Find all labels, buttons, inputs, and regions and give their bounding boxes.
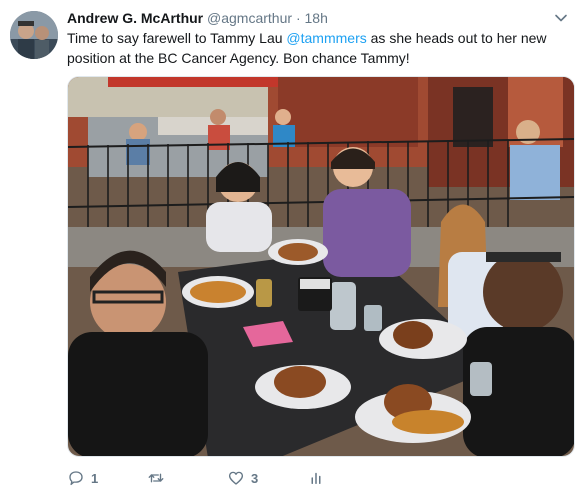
retweet-button[interactable]: [147, 466, 171, 490]
analytics-icon: [311, 472, 321, 484]
author-avatar[interactable]: [10, 11, 58, 59]
tweet-card: Andrew G. McArthur @agmcarthur · 18h Tim…: [0, 0, 580, 495]
reply-button[interactable]: 1: [67, 466, 98, 490]
header-separator: ·: [295, 10, 301, 26]
author-handle[interactable]: @agmcarthur: [207, 10, 292, 26]
tweet-actions: 1 3: [67, 466, 387, 490]
retweet-icon: [148, 473, 164, 483]
tweet-timestamp[interactable]: 18h: [305, 10, 328, 26]
author-name[interactable]: Andrew G. McArthur: [67, 10, 203, 26]
mention-link[interactable]: @tammmers: [286, 30, 366, 46]
tweet-header: Andrew G. McArthur @agmcarthur · 18h: [67, 9, 328, 27]
tweet-text: Time to say farewell to Tammy Lau @tammm…: [67, 28, 567, 68]
reply-icon: [69, 471, 83, 486]
tweet-photo[interactable]: [67, 76, 575, 457]
like-count: 3: [251, 470, 259, 486]
analytics-button[interactable]: [307, 466, 325, 490]
chevron-down-icon[interactable]: [554, 11, 568, 25]
restaurant-patio-group-photo: [68, 77, 574, 456]
like-button[interactable]: 3: [227, 466, 258, 490]
reply-count: 1: [91, 470, 99, 486]
tweet-text-start: Time to say farewell to Tammy Lau: [67, 30, 287, 46]
heart-icon: [228, 471, 244, 485]
